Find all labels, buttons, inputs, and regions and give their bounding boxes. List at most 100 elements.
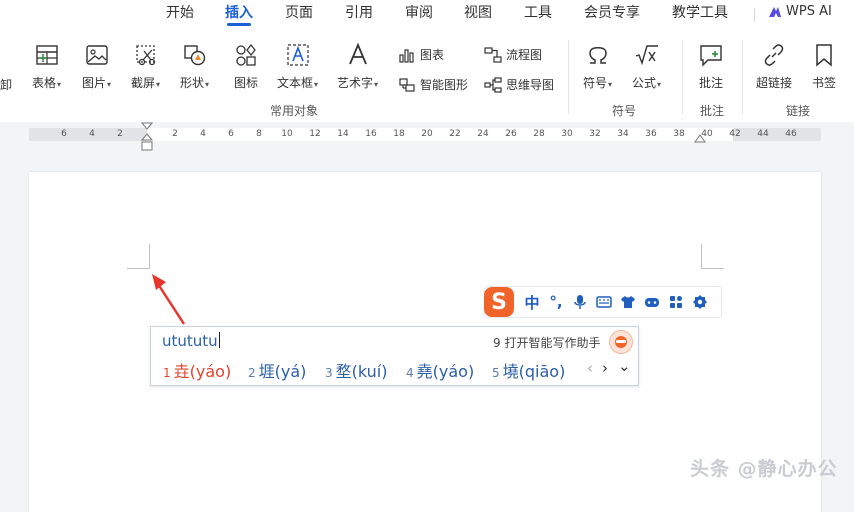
indent-marker[interactable]	[141, 122, 153, 152]
ruler-tick: 4	[200, 129, 206, 139]
hyperlink-button[interactable]: 超链接	[756, 42, 792, 91]
symbol-button[interactable]: 符号▾	[583, 42, 612, 91]
ime-composition-input[interactable]: utututu	[162, 332, 220, 350]
ime-writing-assistant-link[interactable]: 9 打开智能写作助手	[493, 334, 600, 351]
flowchart-label: 流程图	[506, 48, 543, 62]
scissors-icon	[135, 45, 155, 66]
textbox-label: 文本框	[277, 76, 314, 90]
tab-insert[interactable]: 插入	[225, 4, 253, 26]
ruler-tick: 32	[589, 129, 601, 139]
ruler-tick: 44	[757, 129, 769, 139]
ime-prev-page-button[interactable]: ‹	[587, 359, 593, 377]
wps-ai-button[interactable]: WPS AI	[768, 4, 832, 19]
ime-candidate[interactable]: 1 垚(yáo)	[163, 358, 231, 382]
bookmark-label: 书签	[811, 76, 836, 90]
assistant-avatar-icon[interactable]	[609, 330, 633, 354]
ruler-tick: 46	[785, 129, 797, 139]
chevron-down-icon: ▾	[314, 80, 319, 89]
cutoff-ribbon-item[interactable]: 卸	[0, 76, 12, 93]
chevron-down-icon: ▾	[57, 80, 62, 89]
chevron-down-icon: ▾	[156, 80, 161, 89]
ime-composition-text: utututu	[162, 332, 218, 350]
tab-page[interactable]: 页面	[285, 4, 313, 26]
tab-view[interactable]: 视图	[464, 4, 492, 26]
margin-corner-top-right	[701, 244, 724, 269]
tab-references[interactable]: 引用	[345, 4, 373, 26]
chevron-down-icon: ▾	[205, 80, 210, 89]
shape-button[interactable]: 形状▾	[180, 42, 209, 91]
icon-library-button[interactable]: 图标	[233, 42, 259, 91]
ime-punctuation-toggle[interactable]: °,	[544, 290, 568, 314]
toolbox-grid-icon[interactable]	[664, 290, 688, 314]
ribbon-divider	[682, 40, 683, 114]
annotation-arrow-icon	[152, 274, 186, 325]
tab-home[interactable]: 开始	[166, 4, 194, 26]
ribbon-toolbar: 卸 表格▾ 图片▾ 截屏▾ 形状▾ 图标 文本框▾ 艺术字▾ 图表 智能图形 流…	[0, 30, 854, 123]
flowchart-button[interactable]: 流程图	[484, 46, 542, 63]
ime-candidate-window: utututu 9 打开智能写作助手 1 垚(yáo) 2 堐(yá) 3 堥(kuí…	[150, 326, 639, 386]
wps-ai-icon	[769, 6, 781, 17]
bookmark-icon	[816, 44, 832, 67]
ruler-tick: 34	[617, 129, 629, 139]
table-icon	[35, 45, 58, 65]
margin-corner-top-left	[127, 244, 150, 269]
shape-label: 形状	[180, 76, 205, 90]
settings-gear-icon[interactable]	[688, 290, 712, 314]
tab-member[interactable]: 会员专享	[584, 4, 640, 26]
microphone-icon[interactable]	[568, 290, 592, 314]
symbol-label: 符号	[583, 76, 608, 90]
ime-candidate[interactable]: 5 墝(qiāo)	[492, 358, 565, 382]
comment-icon	[700, 45, 722, 67]
ruler-tick: 8	[256, 129, 262, 139]
smart-graphic-label: 智能图形	[420, 78, 469, 92]
tab-review[interactable]: 审阅	[405, 4, 433, 26]
ime-chinese-mode-toggle[interactable]: 中	[520, 290, 544, 314]
bar-chart-icon	[399, 48, 414, 63]
ruler-tick: 28	[533, 129, 545, 139]
formula-button[interactable]: 公式▾	[632, 42, 661, 91]
ruler-tick: 14	[337, 129, 349, 139]
ime-expand-button[interactable]: ⌄	[618, 357, 631, 375]
tab-teaching-tools[interactable]: 教学工具	[672, 4, 728, 26]
sogou-logo-icon[interactable]: S	[484, 287, 514, 317]
ruler-tick: 2	[117, 129, 123, 139]
watermark-text: 头条 @静心办公	[690, 458, 838, 480]
ruler-tick: 42	[729, 129, 741, 139]
wordart-label: 艺术字	[337, 76, 374, 90]
comment-button[interactable]: 批注	[698, 42, 724, 91]
menu-divider	[754, 8, 755, 22]
ruler-tick: 18	[393, 129, 405, 139]
skin-shirt-icon[interactable]	[616, 290, 640, 314]
chevron-down-icon: ▾	[374, 80, 379, 89]
bookmark-button[interactable]: 书签	[811, 42, 837, 91]
smart-graphic-button[interactable]: 智能图形	[398, 76, 468, 93]
textbox-button[interactable]: 文本框▾	[277, 42, 318, 91]
ime-candidate[interactable]: 3 堥(kuí)	[325, 358, 388, 382]
tab-tools[interactable]: 工具	[524, 4, 552, 26]
right-indent-marker[interactable]	[694, 132, 706, 144]
keyboard-icon[interactable]	[592, 290, 616, 314]
game-controller-icon[interactable]	[640, 290, 664, 314]
ime-candidate[interactable]: 4 堯(yáo)	[406, 358, 474, 382]
group-label-link: 链接	[786, 104, 811, 118]
ruler-tick: 6	[228, 129, 234, 139]
wordart-button[interactable]: 艺术字▾	[337, 42, 378, 91]
screenshot-button[interactable]: 截屏▾	[131, 42, 160, 91]
link-icon	[764, 44, 784, 66]
group-label-comment: 批注	[700, 104, 725, 118]
mindmap-button[interactable]: 思维导图	[484, 76, 554, 93]
ime-next-page-button[interactable]: ›	[602, 359, 608, 377]
chart-button[interactable]: 图表	[398, 46, 444, 63]
chart-label: 图表	[420, 48, 445, 62]
mindmap-icon	[484, 76, 502, 93]
ime-candidate[interactable]: 2 堐(yá)	[248, 358, 306, 382]
ruler-tick: 36	[645, 129, 657, 139]
picture-button[interactable]: 图片▾	[82, 42, 111, 91]
ruler-tick: 4	[89, 129, 95, 139]
chevron-down-icon: ▾	[608, 80, 613, 89]
smart-graphic-icon	[399, 77, 415, 92]
flowchart-icon	[484, 46, 502, 63]
ruler-tick: 6	[61, 129, 67, 139]
icon-library-label: 图标	[233, 76, 258, 90]
table-button[interactable]: 表格▾	[32, 42, 61, 91]
